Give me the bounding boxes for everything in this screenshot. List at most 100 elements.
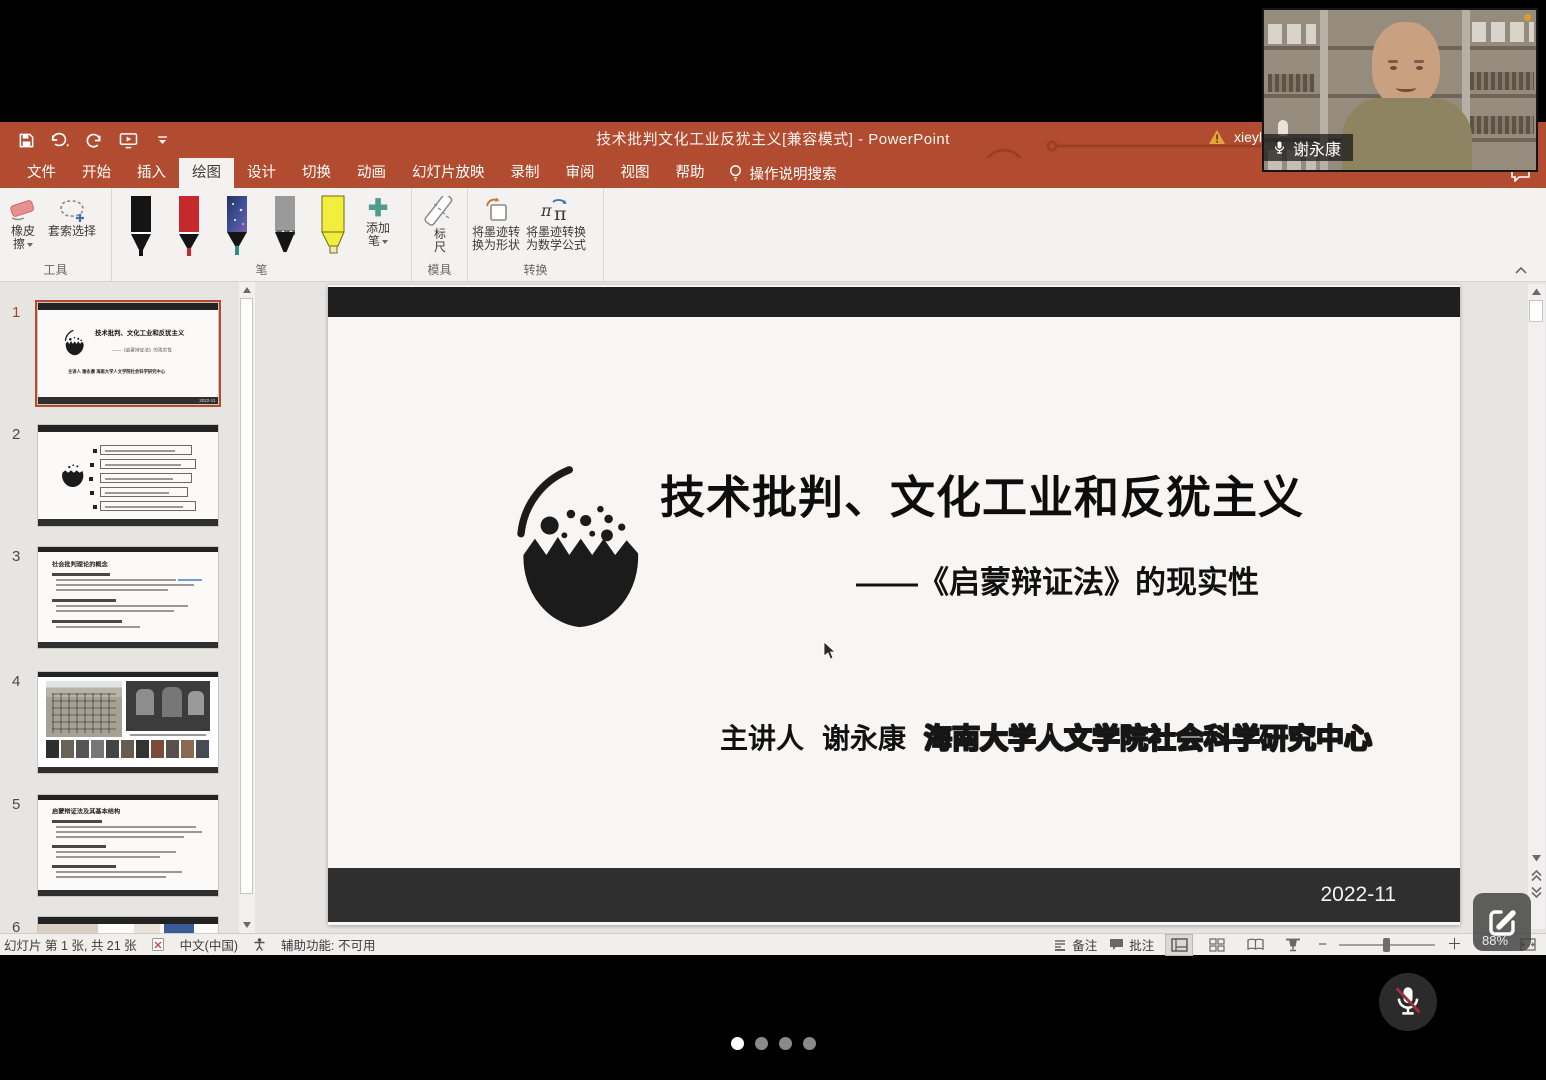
page-dot-4[interactable]	[803, 1037, 816, 1050]
thumb2-list	[100, 445, 196, 511]
slide-canvas[interactable]: 技术批判、文化工业和反犹主义 ——《启蒙辩证法》的现实性 主讲人谢永康海南大学人…	[328, 285, 1460, 925]
slide-thumbnail-4[interactable]	[38, 672, 218, 773]
slide-sorter-button[interactable]	[1204, 935, 1230, 955]
tab-home[interactable]: 开始	[69, 158, 124, 188]
thumb4-portrait-row	[46, 740, 209, 758]
scroll-down-icon[interactable]	[242, 921, 252, 929]
slide-number-2: 2	[12, 426, 20, 443]
add-pen-button[interactable]: ✚ 添加笔	[366, 198, 390, 248]
participant-video[interactable]: 谢永康	[1262, 8, 1538, 172]
participant-shirt	[1342, 98, 1472, 172]
slide-number-1: 1	[12, 304, 20, 321]
accessibility-status[interactable]: 辅助功能: 不可用	[281, 935, 375, 954]
microphone-icon	[1273, 139, 1286, 156]
thumb3-title: 社会批判理论的概念	[52, 559, 108, 568]
thumb4-building-photo	[46, 681, 122, 737]
language-indicator[interactable]: 中文(中国)	[180, 935, 238, 954]
main-scrollbar[interactable]	[1528, 284, 1545, 929]
slideshow-button[interactable]	[1280, 935, 1306, 955]
svg-text:π: π	[540, 201, 552, 220]
group-label-pens: 笔	[112, 261, 411, 278]
zoom-in-button[interactable]: ＋	[1447, 937, 1462, 953]
ink-to-shape-button[interactable]: 将墨迹转换为形状	[472, 196, 520, 252]
thumbnail-scrollbar-thumb[interactable]	[240, 298, 253, 894]
scroll-up-icon[interactable]	[1531, 287, 1542, 296]
pen-black[interactable]	[126, 194, 156, 258]
tab-transitions[interactable]: 切换	[289, 158, 344, 188]
slide-thumbnail-2[interactable]	[38, 425, 218, 526]
tab-view[interactable]: 视图	[608, 158, 663, 188]
slide-number-4: 4	[12, 673, 20, 690]
pen-yellow-highlighter[interactable]	[318, 194, 348, 258]
collapse-ribbon-icon[interactable]	[1514, 265, 1530, 277]
slide-thumbnail-5[interactable]: 启蒙辩证法及其基本结构	[38, 795, 218, 896]
ribbon: 橡皮擦 套索选择 工具	[0, 188, 1546, 282]
main-scrollbar-thumb[interactable]	[1529, 300, 1543, 322]
tab-file[interactable]: 文件	[14, 158, 69, 188]
scroll-down-icon[interactable]	[1531, 854, 1542, 863]
mute-microphone-button[interactable]	[1379, 973, 1437, 1031]
lightbulb-icon	[728, 164, 743, 182]
slide-thumbnail-3[interactable]: 社会批判理论的概念	[38, 547, 218, 648]
slide-thumbnail-6[interactable]	[38, 917, 218, 933]
tab-animations[interactable]: 动画	[344, 158, 399, 188]
slide-presenter-line: 主讲人谢永康海南大学人文学院社会科学研究中心	[720, 717, 1372, 757]
ruler-icon	[424, 196, 456, 226]
ink-to-math-button[interactable]: π π 将墨迹转换为数学公式	[526, 196, 586, 252]
reading-view-button[interactable]	[1242, 935, 1268, 955]
tab-draw[interactable]: 绘图	[179, 158, 234, 188]
notes-button[interactable]: 备注	[1053, 935, 1097, 954]
next-slide-icon[interactable]	[1531, 886, 1542, 895]
account-area[interactable]: xieyl	[1208, 129, 1262, 145]
pen-galaxy[interactable]	[222, 194, 252, 258]
scroll-up-icon[interactable]	[242, 286, 252, 294]
zoom-slider[interactable]	[1339, 937, 1435, 953]
zoom-out-button[interactable]: −	[1318, 937, 1327, 953]
spellcheck-icon[interactable]	[151, 937, 166, 952]
zoom-level: 88%	[1482, 933, 1508, 948]
presenter-affiliation: 海南大学人文学院社会科学研究中心	[924, 723, 1372, 754]
slide-thumbnail-1[interactable]: 技术批判、文化工业和反犹主义 ——《启蒙辩证法》的现实性 主讲人 谢永康 海南大…	[38, 303, 218, 404]
participant-name: 谢永康	[1293, 136, 1341, 160]
lasso-select-button[interactable]: 套索选择	[48, 197, 96, 238]
thumb1-date: 2022-11	[199, 398, 215, 403]
page-dot-3[interactable]	[779, 1037, 792, 1050]
tab-design[interactable]: 设计	[234, 158, 289, 188]
ribbon-group-stencils: 标尺 模具	[412, 188, 468, 281]
editing-area: 1 技术批判、文化工业和反犹主义 ——《启蒙辩证法》的现实性 主讲人 谢永康 海…	[0, 282, 1546, 933]
ribbon-group-tools: 橡皮擦 套索选择 工具	[0, 188, 112, 281]
powerpoint-window: 技术批判文化工业反犹主义[兼容模式] - PowerPoint xieyl 文件…	[0, 122, 1546, 955]
ribbon-group-convert: 将墨迹转换为形状 π π 将墨迹转换为数学公式 转换	[468, 188, 604, 281]
page-dot-1[interactable]	[731, 1037, 744, 1050]
normal-view-button[interactable]	[1166, 935, 1192, 955]
comments-button[interactable]: 批注	[1109, 935, 1154, 954]
previous-slide-icon[interactable]	[1531, 870, 1542, 879]
tab-help[interactable]: 帮助	[663, 158, 718, 188]
slide-date: 2022-11	[1320, 868, 1396, 922]
ink-to-math-icon: π π	[539, 196, 573, 224]
ruler-button[interactable]: 标尺	[420, 196, 460, 254]
slide-number-6: 6	[12, 919, 20, 933]
tab-record[interactable]: 录制	[498, 158, 553, 188]
accessibility-icon[interactable]	[252, 937, 267, 952]
presenter-label: 主讲人	[720, 723, 804, 754]
pen-gray-pencil[interactable]	[270, 194, 300, 258]
tab-insert[interactable]: 插入	[124, 158, 179, 188]
tell-me-search[interactable]: 操作说明搜索	[718, 158, 847, 188]
zoom-slider-thumb[interactable]	[1383, 938, 1390, 952]
tab-review[interactable]: 审阅	[553, 158, 608, 188]
slide-number-5: 5	[12, 796, 20, 813]
eraser-button[interactable]: 橡皮擦	[8, 197, 38, 251]
lasso-icon	[55, 197, 89, 223]
plus-icon: ✚	[368, 198, 388, 220]
tab-slideshow[interactable]: 幻灯片放映	[399, 158, 498, 188]
bowl-logo	[513, 460, 678, 632]
group-label-tools: 工具	[0, 261, 111, 278]
slide-indicator[interactable]: 幻灯片 第 1 张, 共 21 张	[4, 935, 137, 954]
page-dot-2[interactable]	[755, 1037, 768, 1050]
participant-name-tag: 谢永康	[1264, 134, 1353, 161]
search-label: 操作说明搜索	[750, 163, 837, 184]
thumbnail-scrollbar[interactable]	[239, 282, 255, 933]
account-name: xieyl	[1234, 129, 1262, 145]
pen-red[interactable]	[174, 194, 204, 258]
